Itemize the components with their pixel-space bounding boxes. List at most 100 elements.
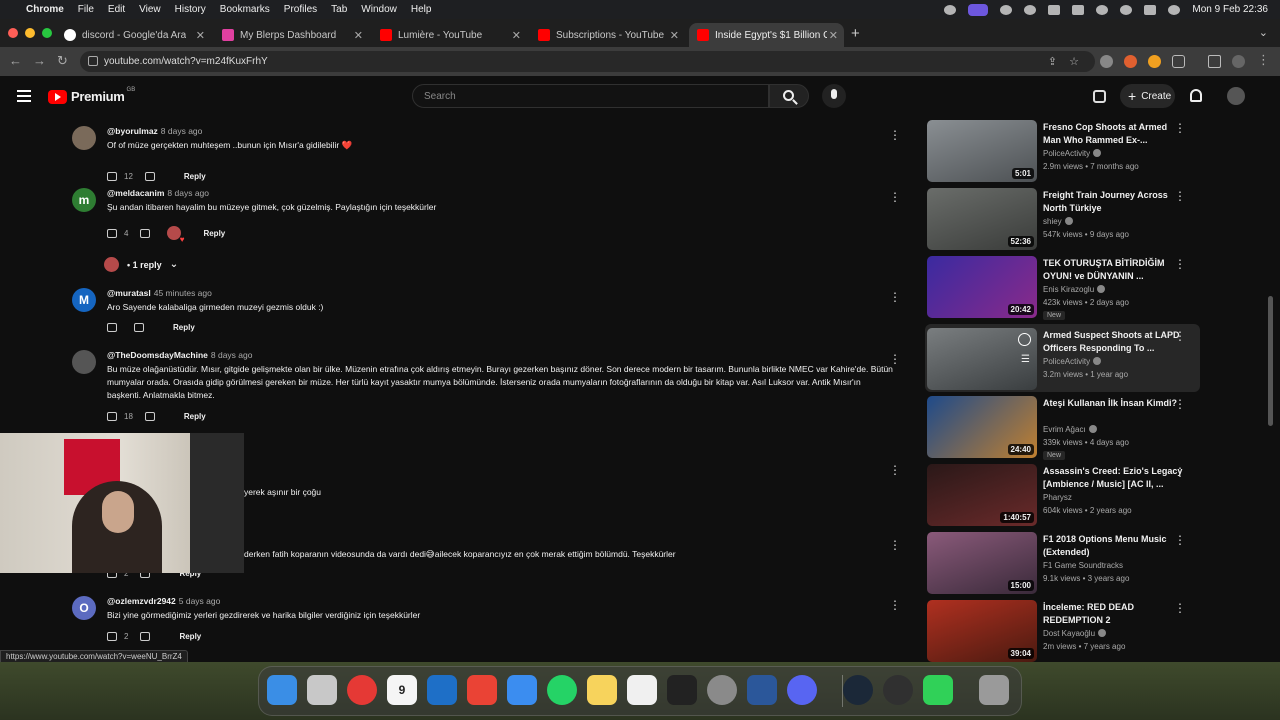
video-more-icon[interactable]: ⋮ bbox=[1174, 121, 1186, 135]
extension-icon[interactable] bbox=[1148, 55, 1161, 68]
reply-button[interactable]: Reply bbox=[179, 632, 201, 641]
system-settings-icon[interactable] bbox=[707, 675, 737, 705]
related-video-item[interactable]: 20:42 TEK OTURUŞTA BİTİRDİĞİM OYUN! ve D… bbox=[925, 252, 1200, 320]
comment-time[interactable]: 45 minutes ago bbox=[154, 288, 212, 298]
obs-icon[interactable] bbox=[883, 675, 913, 705]
voice-search-mic-icon[interactable] bbox=[822, 84, 846, 108]
related-video-item[interactable]: 39:04 İnceleme: RED DEAD REDEMPTION 2 Do… bbox=[925, 596, 1200, 662]
comment-time[interactable]: 8 days ago bbox=[211, 350, 253, 360]
dislike-icon[interactable] bbox=[144, 412, 155, 421]
comment-author[interactable]: @muratasl bbox=[107, 288, 151, 298]
like-icon[interactable] bbox=[107, 412, 117, 421]
battery-icon[interactable] bbox=[1072, 4, 1085, 15]
menu-app-name[interactable]: Chrome bbox=[26, 4, 64, 15]
video-channel[interactable]: Evrim Ağacı bbox=[1043, 425, 1097, 434]
back-arrow-icon[interactable]: ← bbox=[9, 53, 22, 68]
discord-icon[interactable] bbox=[787, 675, 817, 705]
scrollbar-thumb[interactable] bbox=[1268, 296, 1273, 426]
dislike-icon[interactable] bbox=[144, 172, 155, 181]
video-more-icon[interactable]: ⋮ bbox=[1174, 189, 1186, 203]
video-title[interactable]: İnceleme: RED DEAD REDEMPTION 2 bbox=[1043, 601, 1183, 627]
minimize-window-button[interactable] bbox=[25, 28, 35, 38]
install-app-icon[interactable]: ⇪ bbox=[1048, 55, 1057, 68]
status-app-icon[interactable] bbox=[944, 4, 957, 15]
comment-more-icon[interactable]: ⋮ bbox=[889, 598, 901, 612]
comment-time[interactable]: 8 days ago bbox=[167, 188, 209, 198]
tab-lumiere-youtube[interactable]: Lumière - YouTube ✕ bbox=[372, 23, 527, 47]
video-thumbnail[interactable]: 5:01 bbox=[927, 120, 1037, 182]
reply-button[interactable]: Reply bbox=[173, 323, 195, 332]
siri-icon[interactable] bbox=[1168, 4, 1181, 15]
video-channel[interactable]: shiey bbox=[1043, 217, 1073, 226]
add-to-queue-icon[interactable]: ☰ bbox=[1021, 354, 1030, 365]
dislike-icon[interactable] bbox=[140, 632, 151, 641]
wifi-icon[interactable] bbox=[1096, 4, 1109, 15]
like-icon[interactable] bbox=[107, 632, 117, 641]
menubar-clock[interactable]: Mon 9 Feb 22:36 bbox=[1192, 4, 1268, 15]
menu-history[interactable]: History bbox=[175, 4, 206, 15]
reload-icon[interactable]: ↻ bbox=[57, 53, 68, 69]
reading-list-icon[interactable] bbox=[1208, 55, 1221, 68]
tab-google-search[interactable]: discord - Google'da Ara ✕ bbox=[56, 23, 211, 47]
comment-time[interactable]: 8 days ago bbox=[161, 126, 203, 136]
spotlight-icon[interactable] bbox=[1120, 4, 1133, 15]
create-button[interactable]: + Create bbox=[1120, 84, 1175, 108]
word-icon[interactable] bbox=[747, 675, 777, 705]
gmail-icon[interactable] bbox=[467, 675, 497, 705]
like-icon[interactable] bbox=[107, 172, 117, 181]
tab-active-video[interactable]: Inside Egypt's $1 Billion Gran ✕ bbox=[689, 23, 844, 47]
comment-more-icon[interactable]: ⋮ bbox=[889, 290, 901, 304]
forward-arrow-icon[interactable]: → bbox=[33, 53, 46, 68]
notes-icon[interactable] bbox=[587, 675, 617, 705]
close-window-button[interactable] bbox=[8, 28, 18, 38]
comment-author[interactable]: @byorulmaz bbox=[107, 126, 158, 136]
bookmark-star-icon[interactable]: ☆ bbox=[1069, 55, 1079, 68]
comment-more-icon[interactable]: ⋮ bbox=[889, 463, 901, 477]
tab-blerps-dashboard[interactable]: My Blerps Dashboard ✕ bbox=[214, 23, 369, 47]
view-replies-button[interactable]: • 1 reply ⌄ bbox=[104, 257, 178, 272]
video-title[interactable]: Armed Suspect Shoots at LAPD Officers Re… bbox=[1043, 329, 1183, 355]
video-more-icon[interactable]: ⋮ bbox=[1174, 533, 1186, 547]
video-title[interactable]: Assassin's Creed: Ezio's Legacy [Ambienc… bbox=[1043, 465, 1183, 491]
comment-author[interactable]: @TheDoomsdayMachine bbox=[107, 350, 208, 360]
related-video-item[interactable]: 5:01 Fresno Cop Shoots at Armed Man Who … bbox=[925, 116, 1200, 182]
extension-icon[interactable] bbox=[1100, 55, 1113, 68]
video-channel[interactable]: Dost Kayaoğlu bbox=[1043, 629, 1107, 638]
commenter-avatar[interactable]: O bbox=[72, 596, 96, 620]
fan-control-icon[interactable] bbox=[1048, 4, 1061, 15]
guide-menu-icon[interactable] bbox=[17, 90, 31, 105]
like-icon[interactable] bbox=[107, 323, 117, 332]
finder-icon[interactable] bbox=[267, 675, 297, 705]
youtube-premium-logo[interactable]: Premium GB bbox=[48, 87, 135, 104]
chrome-icon[interactable] bbox=[347, 675, 377, 705]
video-channel[interactable]: PoliceActivity bbox=[1043, 149, 1102, 158]
related-video-item[interactable]: 1:40:57 Assassin's Creed: Ezio's Legacy … bbox=[925, 460, 1200, 526]
video-thumbnail[interactable]: 52:36 bbox=[927, 188, 1037, 250]
tab-subscriptions-youtube[interactable]: Subscriptions - YouTube ✕ bbox=[530, 23, 685, 47]
commenter-avatar[interactable] bbox=[72, 126, 96, 150]
commenter-avatar[interactable]: m bbox=[72, 188, 96, 212]
address-bar[interactable]: youtube.com/watch?v=m24fKuxFrhY ⇪ ☆ bbox=[80, 51, 1095, 72]
video-more-icon[interactable]: ⋮ bbox=[1174, 397, 1186, 411]
comment-more-icon[interactable]: ⋮ bbox=[889, 128, 901, 142]
close-tab-icon[interactable]: ✕ bbox=[512, 29, 521, 42]
video-title[interactable]: TEK OTURUŞTA BİTİRDİĞİM OYUN! ve DÜNYANI… bbox=[1043, 257, 1183, 283]
menu-tab[interactable]: Tab bbox=[331, 4, 347, 15]
menu-window[interactable]: Window bbox=[361, 4, 397, 15]
video-title[interactable]: Freight Train Journey Across North Türki… bbox=[1043, 189, 1183, 215]
whatsapp-icon[interactable] bbox=[547, 675, 577, 705]
launchpad-icon[interactable] bbox=[307, 675, 337, 705]
spotify-icon[interactable] bbox=[1000, 4, 1013, 15]
video-thumbnail[interactable]: 1:40:57 bbox=[927, 464, 1037, 526]
reply-button[interactable]: Reply bbox=[184, 172, 206, 181]
capcut-icon[interactable] bbox=[667, 675, 697, 705]
comment-more-icon[interactable]: ⋮ bbox=[889, 352, 901, 366]
calendar-icon[interactable]: 9 bbox=[387, 675, 417, 705]
menu-view[interactable]: View bbox=[139, 4, 161, 15]
video-thumbnail[interactable]: 20:42 bbox=[927, 256, 1037, 318]
extensions-puzzle-icon[interactable] bbox=[1172, 55, 1185, 68]
menu-bookmarks[interactable]: Bookmarks bbox=[220, 4, 270, 15]
commenter-avatar[interactable]: M bbox=[72, 288, 96, 312]
dislike-icon[interactable] bbox=[134, 323, 144, 332]
control-center-icon[interactable] bbox=[1144, 4, 1157, 15]
